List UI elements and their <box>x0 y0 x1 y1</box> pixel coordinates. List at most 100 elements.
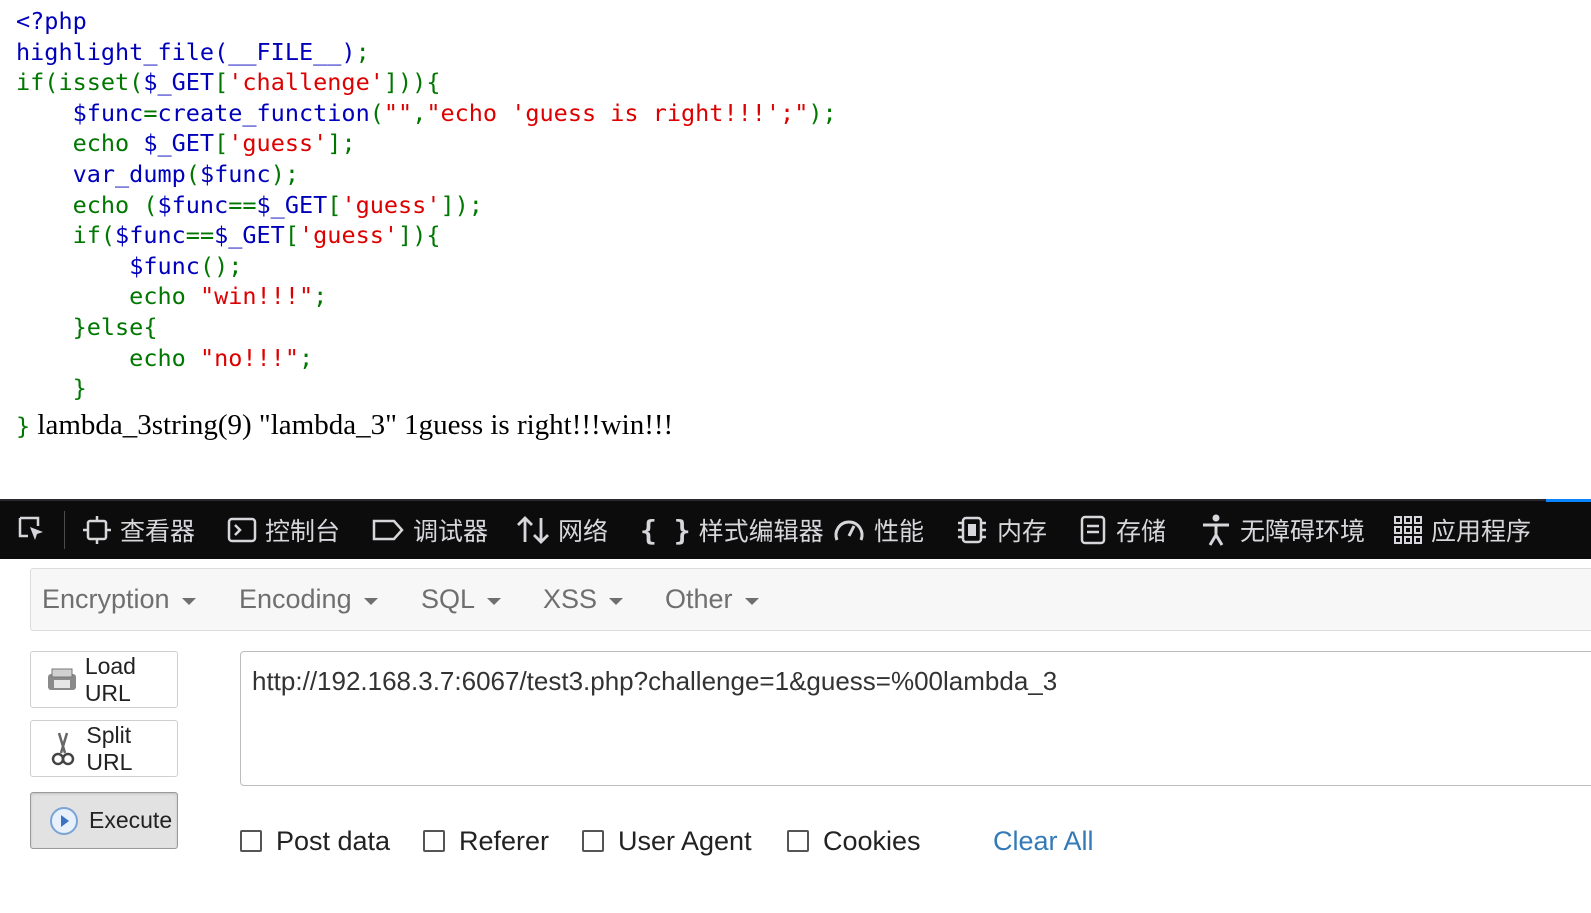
toolbar-separator <box>64 511 65 549</box>
checkbox-box[interactable] <box>423 830 445 852</box>
checkbox-box[interactable] <box>787 830 809 852</box>
code-line: echo "no!!!"; <box>16 343 837 374</box>
code-line: if(isset($_GET['challenge'])){ <box>16 67 837 98</box>
code-token: $func <box>72 98 144 127</box>
menu-sql[interactable]: SQL <box>421 569 502 630</box>
script-output-text: lambda_3string(9) "lambda_3" 1guess is r… <box>30 409 674 441</box>
tab-debugger[interactable]: 调试器 <box>371 501 488 559</box>
checkbox-box[interactable] <box>240 830 262 852</box>
button-label: Execute <box>89 807 173 833</box>
closing-brace: } <box>16 412 31 440</box>
cookies-checkbox[interactable]: Cookies <box>787 818 921 864</box>
tab-label: 网络 <box>558 518 609 546</box>
tab-memory[interactable]: 内存 <box>955 501 1047 559</box>
tab-network[interactable]: 网络 <box>516 501 608 559</box>
code-token: $_GET <box>143 129 215 158</box>
tab-storage[interactable]: 存储 <box>1078 501 1166 559</box>
checkbox-label: User Agent <box>618 825 752 856</box>
code-line: echo "win!!!"; <box>16 281 837 312</box>
caret-down-icon <box>487 597 502 605</box>
memory-icon <box>955 514 989 546</box>
checkbox-label: Cookies <box>823 825 921 856</box>
code-token: [ <box>327 190 342 219</box>
menu-encoding[interactable]: Encoding <box>239 569 378 630</box>
tab-label: 控制台 <box>265 518 341 546</box>
code-token: "win!!!" <box>199 282 314 311</box>
php-output-line: } lambda_3string(9) "lambda_3" 1guess is… <box>16 408 673 443</box>
code-token: 'guess' <box>228 129 328 158</box>
code-line: }else{ <box>16 312 837 343</box>
code-token: ]){ <box>398 221 441 250</box>
code-token: $func <box>199 159 271 188</box>
referer-checkbox[interactable]: Referer <box>423 818 549 864</box>
code-token: $_GET <box>214 221 285 250</box>
code-token: echo <box>16 129 144 158</box>
code-token: echo <box>16 343 200 372</box>
code-token: ])){ <box>383 68 441 97</box>
code-line: $func(); <box>16 251 837 282</box>
code-token: 'guess' <box>341 190 441 219</box>
tab-label: 样式编辑器 <box>698 518 824 546</box>
caret-down-icon <box>609 597 624 605</box>
code-token: ; <box>313 282 328 311</box>
tab-label: 查看器 <box>120 518 196 546</box>
code-token: == <box>228 190 257 219</box>
debugger-icon <box>371 515 405 545</box>
inspector-icon <box>82 515 112 545</box>
menu-xss[interactable]: XSS <box>543 569 624 630</box>
clear-all-link[interactable]: Clear All <box>993 818 1094 864</box>
code-token: var_dump <box>72 159 186 188</box>
element-picker-icon[interactable] <box>16 501 48 559</box>
code-token: echo <box>16 282 200 311</box>
code-token: $_GET <box>256 190 328 219</box>
code-token: ( <box>369 98 384 127</box>
code-token: 'challenge' <box>228 68 384 97</box>
caret-down-icon <box>744 597 759 605</box>
execute-button[interactable]: Execute <box>30 792 178 849</box>
tab-performance[interactable]: 性能 <box>832 501 924 559</box>
tab-inspector[interactable]: 查看器 <box>82 501 195 559</box>
menu-other[interactable]: Other <box>665 569 759 630</box>
hackbar-panel: Encryption Encoding SQL XSS Other Load U… <box>0 559 1591 913</box>
code-line: echo ($func==$_GET['guess']); <box>16 190 837 221</box>
accessibility-icon <box>1200 513 1232 547</box>
code-token: highlight_file(__FILE__) <box>16 37 356 66</box>
tab-label: 应用程序 <box>1431 518 1532 546</box>
tab-accessibility[interactable]: 无障碍环境 <box>1200 501 1365 559</box>
tab-label: 调试器 <box>413 518 489 546</box>
user-agent-checkbox[interactable]: User Agent <box>582 818 752 864</box>
load-url-button[interactable]: Load URL <box>30 651 178 708</box>
code-token: ]; <box>327 129 356 158</box>
checkbox-box[interactable] <box>582 830 604 852</box>
code-line: <?php <box>16 6 837 37</box>
hackbar-menu: Encryption Encoding SQL XSS Other <box>30 568 1591 631</box>
tab-application[interactable]: 应用程序 <box>1393 501 1531 559</box>
caret-down-icon <box>363 597 378 605</box>
play-icon <box>45 806 83 836</box>
post-data-checkbox[interactable]: Post data <box>240 818 390 864</box>
split-url-button[interactable]: Split URL <box>30 720 178 777</box>
code-token: <?php <box>16 7 87 35</box>
code-token: [ <box>214 68 229 97</box>
checkbox-label: Referer <box>459 825 550 856</box>
code-token: ; <box>355 37 370 66</box>
code-token: $func <box>115 221 186 250</box>
toolbar-accent <box>1546 499 1591 502</box>
code-token: }else{ <box>16 312 158 341</box>
url-textarea[interactable]: http://192.168.3.7:6067/test3.php?challe… <box>240 651 1591 786</box>
code-token: == <box>185 221 215 250</box>
storage-icon <box>1078 514 1108 546</box>
code-token: ); <box>808 98 837 127</box>
style-editor-icon: { } <box>640 513 691 547</box>
tab-style-editor[interactable]: { } 样式编辑器 <box>640 501 824 559</box>
code-token: "" <box>383 98 413 127</box>
tab-console[interactable]: 控制台 <box>227 501 340 559</box>
code-line: echo $_GET['guess']; <box>16 128 837 159</box>
code-token: if( <box>16 221 116 250</box>
menu-encryption[interactable]: Encryption <box>42 569 196 630</box>
code-line: if($func==$_GET['guess']){ <box>16 220 837 251</box>
network-icon <box>516 514 550 546</box>
checkbox-label: Post data <box>276 825 391 856</box>
application-icon <box>1393 515 1423 545</box>
